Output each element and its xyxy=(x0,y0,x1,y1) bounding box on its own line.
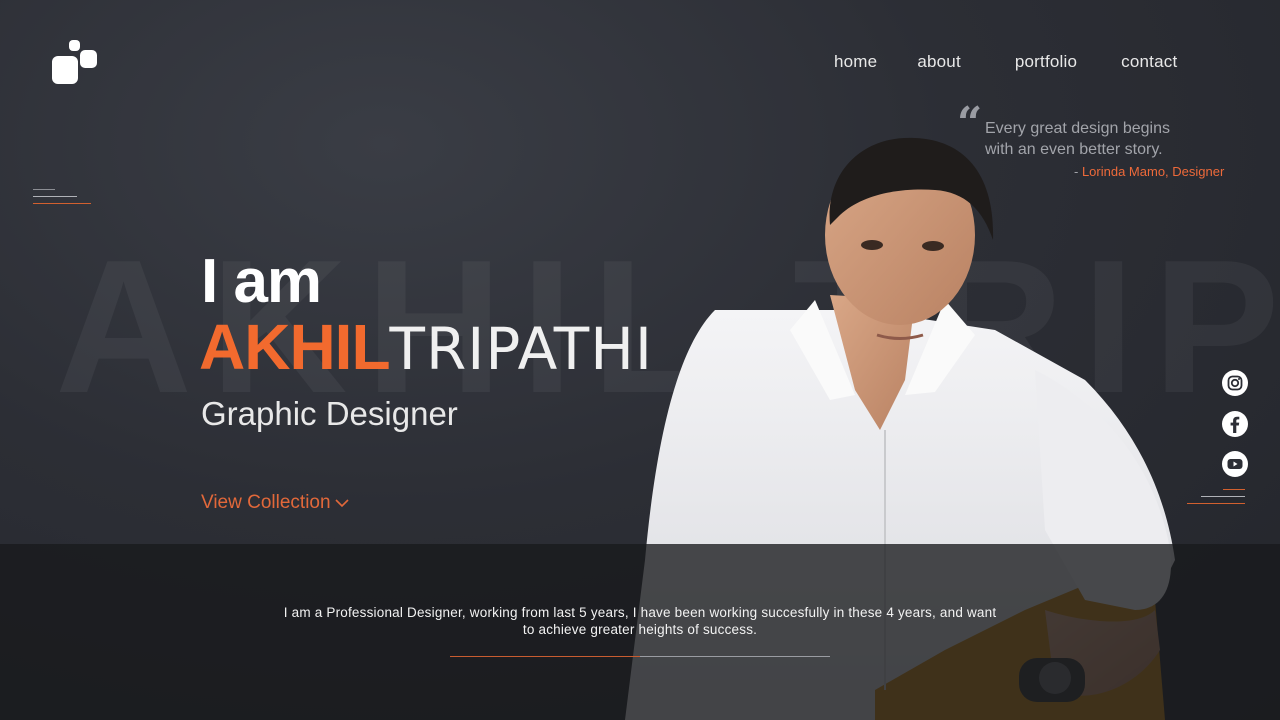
bio-line-2: to achieve greater heights of success. xyxy=(522,622,758,637)
bio-divider-accent xyxy=(450,656,640,657)
decorative-lines-right xyxy=(1187,489,1245,510)
quote-line-2: with an even better story. xyxy=(985,141,1163,158)
nav-about[interactable]: about xyxy=(917,52,961,72)
quote-mark: “ xyxy=(957,98,983,149)
view-collection-label: View Collection xyxy=(201,492,331,513)
bio-text: I am a Professional Designer, working fr… xyxy=(270,604,1010,638)
chevron-down-icon xyxy=(334,499,349,508)
quote-author-prefix: - xyxy=(1074,164,1082,179)
hero-last-name: TRIPATHI xyxy=(389,315,653,383)
main-nav: home about portfolio contact xyxy=(834,52,1177,72)
youtube-icon[interactable] xyxy=(1222,451,1248,477)
nav-portfolio[interactable]: portfolio xyxy=(1015,52,1077,72)
instagram-icon[interactable] xyxy=(1222,370,1248,396)
quote-text: Every great design begins with an even b… xyxy=(985,118,1170,160)
nav-home[interactable]: home xyxy=(834,52,877,72)
hero-intro: I am xyxy=(201,247,322,316)
hero-first-name: AKHIL xyxy=(199,311,391,383)
quote-line-1: Every great design begins xyxy=(985,120,1170,137)
quote-author-name: Lorinda Mamo, Designer xyxy=(1081,164,1225,179)
quote-author: - Lorinda Mamo, Designer xyxy=(1074,164,1224,179)
view-collection-link[interactable]: View Collection xyxy=(201,492,349,514)
nav-contact[interactable]: contact xyxy=(1121,52,1177,72)
hero-role: Graphic Designer xyxy=(201,395,458,432)
decorative-lines-left xyxy=(33,189,91,210)
bio-divider xyxy=(640,656,830,657)
site-logo[interactable] xyxy=(52,40,98,86)
bio-line-1: I am a Professional Designer, working fr… xyxy=(283,605,997,620)
hero-name: AKHILTRIPATHI xyxy=(199,310,653,384)
facebook-icon[interactable] xyxy=(1222,411,1248,437)
